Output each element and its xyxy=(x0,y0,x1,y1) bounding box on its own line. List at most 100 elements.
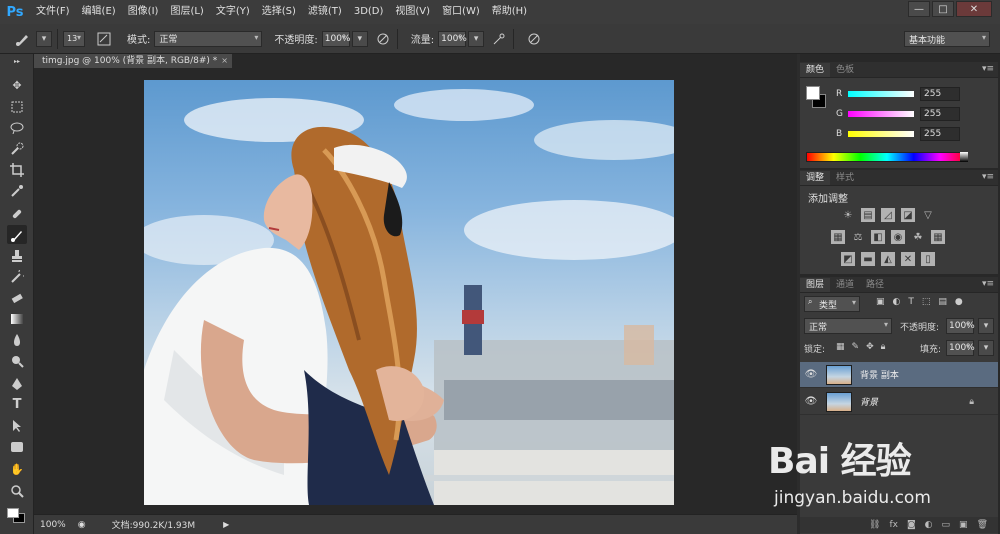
blend-mode-select[interactable]: 正常 xyxy=(804,318,892,334)
color-balance-icon[interactable]: ⚖ xyxy=(851,230,865,244)
selective-color-icon[interactable]: ✕ xyxy=(901,252,915,266)
delete-layer-icon[interactable]: 🗑︎ xyxy=(977,520,988,530)
exposure-icon[interactable]: ◪ xyxy=(901,208,915,222)
quick-selection-tool-icon[interactable] xyxy=(7,139,27,158)
opacity-dropdown[interactable]: ▾ xyxy=(351,30,368,47)
fill-input[interactable]: 100% xyxy=(946,340,975,356)
pen-tool-icon[interactable] xyxy=(7,374,27,393)
tab-adjustments[interactable]: 调整 xyxy=(800,171,831,185)
gradient-map-icon[interactable]: ▯ xyxy=(921,252,935,266)
visibility-eye-icon[interactable]: 👁︎ xyxy=(800,369,822,380)
layer-filter-select[interactable]: ⌕ 类型 xyxy=(804,296,860,312)
tab-swatches[interactable]: 色板 xyxy=(830,63,860,77)
filter-adjustment-icon[interactable]: ◐ xyxy=(893,297,901,307)
threshold-icon[interactable]: ◭ xyxy=(881,252,895,266)
layer-row[interactable]: 👁︎ 背景 副本 xyxy=(800,362,998,388)
vibrance-icon[interactable]: ▽ xyxy=(921,208,935,222)
minimize-button[interactable]: — xyxy=(908,1,930,17)
menu-view[interactable]: 视图(V) xyxy=(389,0,436,24)
blur-tool-icon[interactable] xyxy=(7,330,27,349)
tab-styles[interactable]: 样式 xyxy=(830,171,860,185)
menu-window[interactable]: 窗口(W) xyxy=(436,0,486,24)
brush-tool-icon[interactable] xyxy=(14,30,32,48)
menu-filter[interactable]: 滤镜(T) xyxy=(302,0,348,24)
move-tool-icon[interactable]: ✥ xyxy=(7,76,27,95)
green-slider[interactable] xyxy=(848,111,914,117)
brush-panel-icon[interactable] xyxy=(95,30,113,48)
healing-brush-tool-icon[interactable] xyxy=(7,204,27,223)
filter-type-icon[interactable]: T xyxy=(908,297,914,307)
lock-position-icon[interactable]: ✥ xyxy=(866,342,874,352)
tool-preset-dropdown[interactable]: ▾ xyxy=(36,30,52,47)
zoom-level[interactable]: 100% xyxy=(40,520,66,530)
curves-icon[interactable]: ◿ xyxy=(881,208,895,222)
crop-tool-icon[interactable] xyxy=(7,160,27,179)
filter-smart-icon[interactable]: ▤ xyxy=(938,297,947,307)
color-ramp-bw[interactable] xyxy=(960,152,968,162)
lock-transparency-icon[interactable]: ▦ xyxy=(836,342,845,352)
menu-3d[interactable]: 3D(D) xyxy=(348,0,390,24)
mode-select[interactable]: 正常 xyxy=(154,30,263,47)
panel-collapse-icon[interactable]: ▸▸ xyxy=(7,58,27,65)
blue-value[interactable]: 255 xyxy=(920,127,960,141)
new-adjustment-icon[interactable]: ◐ xyxy=(925,520,933,530)
pressure-size-icon[interactable] xyxy=(525,30,543,48)
hue-saturation-icon[interactable]: ▦ xyxy=(831,230,845,244)
dodge-tool-icon[interactable] xyxy=(7,351,27,370)
pressure-opacity-icon[interactable] xyxy=(374,30,392,48)
tab-paths[interactable]: 路径 xyxy=(860,278,890,292)
menu-type[interactable]: 文字(Y) xyxy=(210,0,256,24)
menu-image[interactable]: 图像(I) xyxy=(122,0,165,24)
workspace-select[interactable]: 基本功能 xyxy=(904,31,990,47)
restore-button[interactable]: □ xyxy=(932,1,954,17)
menu-edit[interactable]: 编辑(E) xyxy=(76,0,122,24)
green-value[interactable]: 255 xyxy=(920,107,960,121)
status-arrow-icon[interactable]: ▶ xyxy=(223,520,229,529)
filter-toggle-icon[interactable]: ● xyxy=(955,297,963,307)
document-tab[interactable]: timg.jpg @ 100% (背景 副本, RGB/8#) * × xyxy=(34,54,232,68)
gradient-tool-icon[interactable] xyxy=(7,309,27,328)
menu-file[interactable]: 文件(F) xyxy=(30,0,76,24)
photo-filter-icon[interactable]: ◉ xyxy=(891,230,905,244)
lasso-tool-icon[interactable] xyxy=(7,118,27,137)
close-document-icon[interactable]: × xyxy=(221,54,228,68)
path-selection-tool-icon[interactable] xyxy=(7,416,27,435)
color-lookup-icon[interactable]: ▦ xyxy=(931,230,945,244)
channel-mixer-icon[interactable]: ☘ xyxy=(911,230,925,244)
link-layers-icon[interactable]: ⛓ xyxy=(869,520,880,530)
opacity-input[interactable]: 100% xyxy=(321,30,350,47)
close-window-button[interactable]: ✕ xyxy=(956,1,992,17)
layer-style-icon[interactable]: fx xyxy=(889,520,898,530)
lock-all-icon[interactable]: 🔒︎ xyxy=(881,342,886,352)
flow-input[interactable]: 100% xyxy=(438,30,467,47)
visibility-eye-icon[interactable]: 👁︎ xyxy=(800,396,822,407)
foreground-color-swatch[interactable] xyxy=(7,508,19,518)
layer-row[interactable]: 👁︎ 背景 🔒︎ xyxy=(800,389,998,415)
layer-mask-icon[interactable]: ◙ xyxy=(907,520,916,530)
menu-help[interactable]: 帮助(H) xyxy=(486,0,533,24)
brightness-icon[interactable]: ☀ xyxy=(841,208,855,222)
status-menu-icon[interactable]: ◉ xyxy=(78,520,86,530)
invert-icon[interactable]: ◩ xyxy=(841,252,855,266)
new-layer-icon[interactable]: ▣ xyxy=(959,520,968,530)
marquee-tool-icon[interactable] xyxy=(7,97,27,116)
brush-size-picker[interactable]: 13 xyxy=(63,30,85,47)
fill-dropdown[interactable]: ▾ xyxy=(978,340,994,356)
airbrush-icon[interactable] xyxy=(490,30,508,48)
levels-icon[interactable]: ▤ xyxy=(861,208,875,222)
brush-tool-icon[interactable] xyxy=(7,225,27,244)
panel-menu-icon[interactable]: ▾≡ xyxy=(982,172,994,182)
history-brush-tool-icon[interactable] xyxy=(7,267,27,286)
red-slider[interactable] xyxy=(848,91,914,97)
type-tool-icon[interactable]: T xyxy=(7,395,27,414)
filter-shape-icon[interactable]: ⬚ xyxy=(922,297,931,307)
lock-pixels-icon[interactable]: ✎ xyxy=(852,342,860,352)
panel-menu-icon[interactable]: ▾≡ xyxy=(982,279,994,289)
canvas-area[interactable] xyxy=(34,68,797,514)
tab-color[interactable]: 颜色 xyxy=(800,63,831,77)
blue-slider[interactable] xyxy=(848,131,914,137)
filter-pixel-icon[interactable]: ▣ xyxy=(876,297,885,307)
red-value[interactable]: 255 xyxy=(920,87,960,101)
tab-layers[interactable]: 图层 xyxy=(800,278,831,292)
panel-menu-icon[interactable]: ▾≡ xyxy=(982,64,994,74)
